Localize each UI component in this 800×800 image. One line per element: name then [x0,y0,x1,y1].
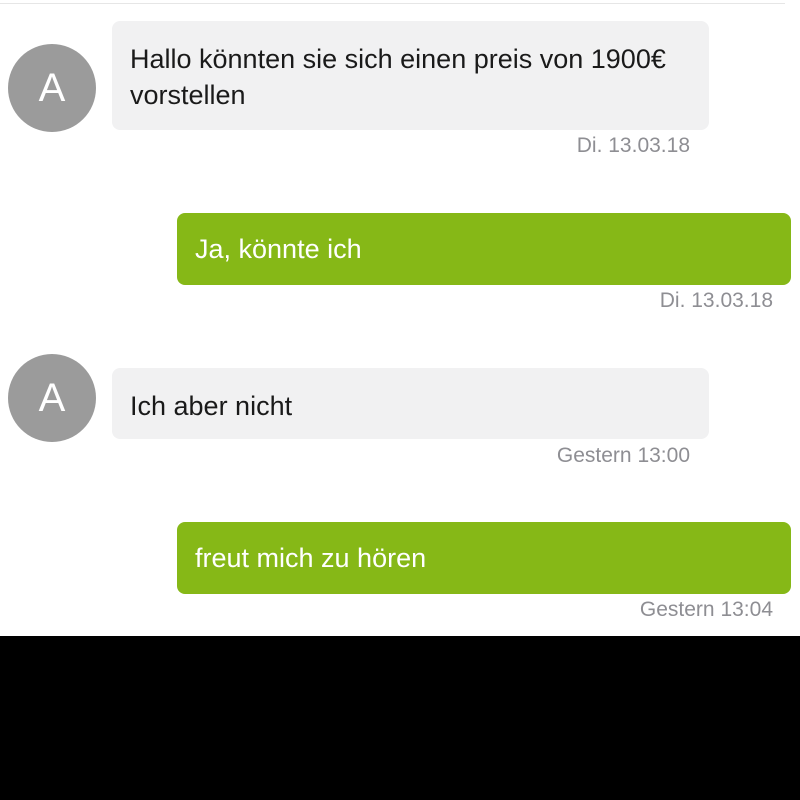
screen-edge [791,0,800,636]
outgoing-message-bubble[interactable]: Ja, könnte ich [177,213,791,285]
message-timestamp: Di. 13.03.18 [576,134,690,157]
incoming-message-bubble[interactable]: Hallo könnten sie sich einen preis von 1… [112,21,709,130]
black-bar [0,636,800,800]
message-text: Ja, könnte ich [195,234,362,264]
sender-avatar[interactable]: A [8,354,96,442]
message-timestamp: Di. 13.03.18 [659,289,773,312]
message-text: Hallo könnten sie sich einen preis von 1… [130,44,666,110]
top-divider [0,3,785,4]
message-timestamp: Gestern 13:00 [556,444,690,467]
message-timestamp: Gestern 13:04 [639,598,773,621]
incoming-message-bubble[interactable]: Ich aber nicht [112,368,709,439]
outgoing-message-bubble[interactable]: freut mich zu hören [177,522,791,594]
chat-screen: A Hallo könnten sie sich einen preis von… [0,0,800,636]
message-text: Ich aber nicht [130,391,293,421]
sender-avatar[interactable]: A [8,44,96,132]
message-text: freut mich zu hören [195,543,427,573]
